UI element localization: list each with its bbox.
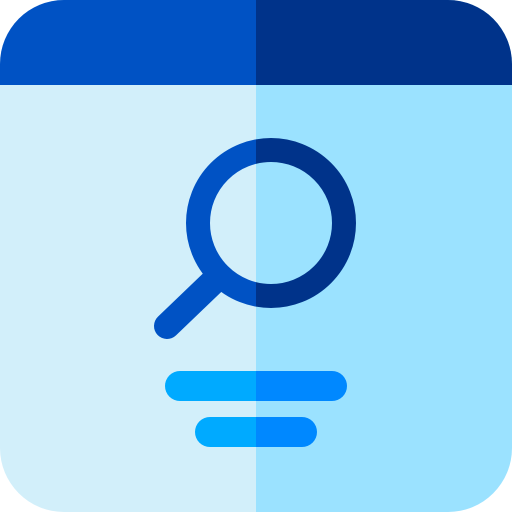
search-window-icon <box>0 0 512 512</box>
title-bar-right <box>256 0 512 85</box>
icon-canvas <box>0 0 512 512</box>
title-bar-left <box>0 0 256 85</box>
